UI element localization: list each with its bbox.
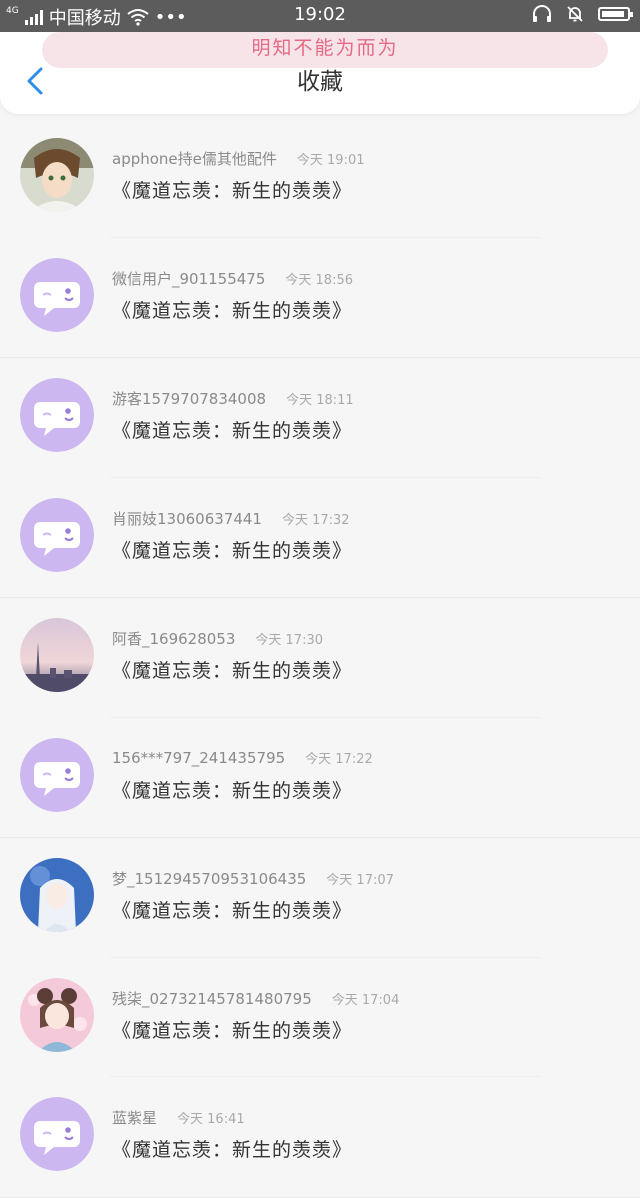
timestamp: 今天 17:07 [326, 873, 394, 888]
timestamp: 今天 17:30 [255, 633, 324, 648]
book-title[interactable]: 《魔道忘羡：新生的羡羡》 [112, 1135, 352, 1162]
book-title[interactable]: 《魔道忘羡：新生的羡羡》 [112, 776, 352, 803]
list-item[interactable]: 梦_1512945709531064​35 今天 17:07 《魔道忘羡：新生的羡羡… [0, 838, 640, 958]
list-item[interactable]: 蓝紫星 今天 16:41 《魔道忘羡：新生的羡羡》 [0, 1077, 640, 1198]
user-name-line: 游客1579707834008 今天 18:11 [112, 388, 354, 409]
timestamp: 今天 17:04 [331, 992, 400, 1008]
list-item[interactable]: 游客1579707834008 今天 18:11 《魔道忘羡：新生的羡羡》 [0, 358, 640, 478]
book-title[interactable]: 《魔道忘羡：新生的羡羡》 [112, 176, 352, 203]
status-bar: 4G 中国移动 ••• 19:02 [0, 0, 640, 32]
timestamp: 今天 18:11 [286, 393, 354, 408]
timestamp: 今天 16:41 [177, 1112, 245, 1127]
user-name-line: 蓝紫星 今天 16:41 [112, 1107, 245, 1128]
list-item[interactable]: 微信用户_901155475 今天 18:56 《魔道忘羡：新生的羡羡》 [0, 237, 640, 358]
user-avatar[interactable] [20, 618, 94, 692]
book-title[interactable]: 《魔道忘羡：新生的羡羡》 [112, 416, 352, 443]
chat-bubble-avatar-icon[interactable] [20, 1097, 94, 1171]
timestamp: 今天 19:01 [296, 153, 365, 168]
user-name: 微信用户_901155475 [112, 269, 266, 288]
user-name-line: 肖丽妓13060637441 今天 17:32 [112, 508, 350, 529]
user-name: 阿香_169628053 [112, 630, 236, 648]
user-name: 残柒_02732145781480795 [112, 989, 312, 1008]
list-item[interactable]: 残柒_02732145781480795 今天 17:04 《魔道忘羡：新生的羡羡》 [0, 957, 640, 1077]
user-name: 156***797_241435795 [112, 748, 286, 767]
book-title[interactable]: 《魔道忘羡：新生的羡羡》 [112, 296, 352, 323]
user-name-line: 微信用户_901155475 今天 18:56 [112, 268, 353, 289]
user-name-line: apphone持e儒其他配件 今天 19:01 [112, 148, 365, 169]
user-name-line: 残柒_02732145781480795 今天 17:04 [112, 988, 399, 1009]
user-name-line: 156***797_241435795 今天 17:22 [112, 748, 373, 767]
user-avatar[interactable] [20, 858, 94, 932]
book-title[interactable]: 《魔道忘羡：新生的羡羡》 [112, 656, 352, 683]
user-name-line: 梦_1512945709531064​35 今天 17:07 [112, 868, 394, 889]
user-name-line: 阿香_169628053 今天 17:30 [112, 628, 323, 649]
list-item[interactable]: 肖丽妓13060637441 今天 17:32 《魔道忘羡：新生的羡羡》 [0, 477, 640, 598]
user-name: 蓝紫星 [112, 1109, 158, 1127]
book-title[interactable]: 《魔道忘羡：新生的羡羡》 [112, 536, 352, 563]
chat-bubble-avatar-icon[interactable] [20, 497, 94, 572]
page-title: 收藏 [297, 69, 343, 95]
timestamp: 今天 18:56 [285, 272, 354, 288]
user-avatar[interactable] [20, 138, 94, 212]
mute-bell-icon [567, 6, 583, 22]
list-item[interactable]: 156***797_241435795 今天 17:22 《魔道忘羡：新生的羡羡》 [0, 717, 640, 838]
book-title[interactable]: 《魔道忘羡：新生的羡羡》 [112, 1016, 352, 1043]
user-name: 游客1579707834008 [112, 390, 267, 408]
user-name: apphone持e儒其他配件 [112, 150, 277, 168]
chat-bubble-avatar-icon[interactable] [20, 378, 94, 452]
list-item[interactable]: 阿香_169628053 今天 17:30 《魔道忘羡：新生的羡羡》 [0, 598, 640, 718]
status-right [532, 5, 633, 23]
book-title[interactable]: 《魔道忘羡：新生的羡羡》 [112, 896, 352, 923]
user-name: 梦_1512945709531064​35 [112, 870, 307, 888]
user-name: 肖丽妓13060637441 [112, 509, 262, 528]
user-avatar[interactable] [20, 977, 94, 1052]
timestamp: 今天 17:22 [305, 751, 373, 767]
list-item[interactable]: apphone持e儒其他配件 今天 19:01 《魔道忘羡：新生的羡羡》 [0, 118, 640, 238]
battery-fill [602, 11, 624, 17]
battery-icon [598, 7, 633, 21]
headphones-icon [533, 5, 551, 22]
timestamp: 今天 17:32 [281, 512, 350, 528]
chat-bubble-avatar-icon[interactable] [20, 257, 94, 332]
chat-bubble-avatar-icon[interactable] [20, 737, 94, 812]
favorites-list: apphone持e儒其他配件 今天 19:01 《魔道忘羡：新生的羡羡》 微信用户_… [0, 118, 640, 1198]
